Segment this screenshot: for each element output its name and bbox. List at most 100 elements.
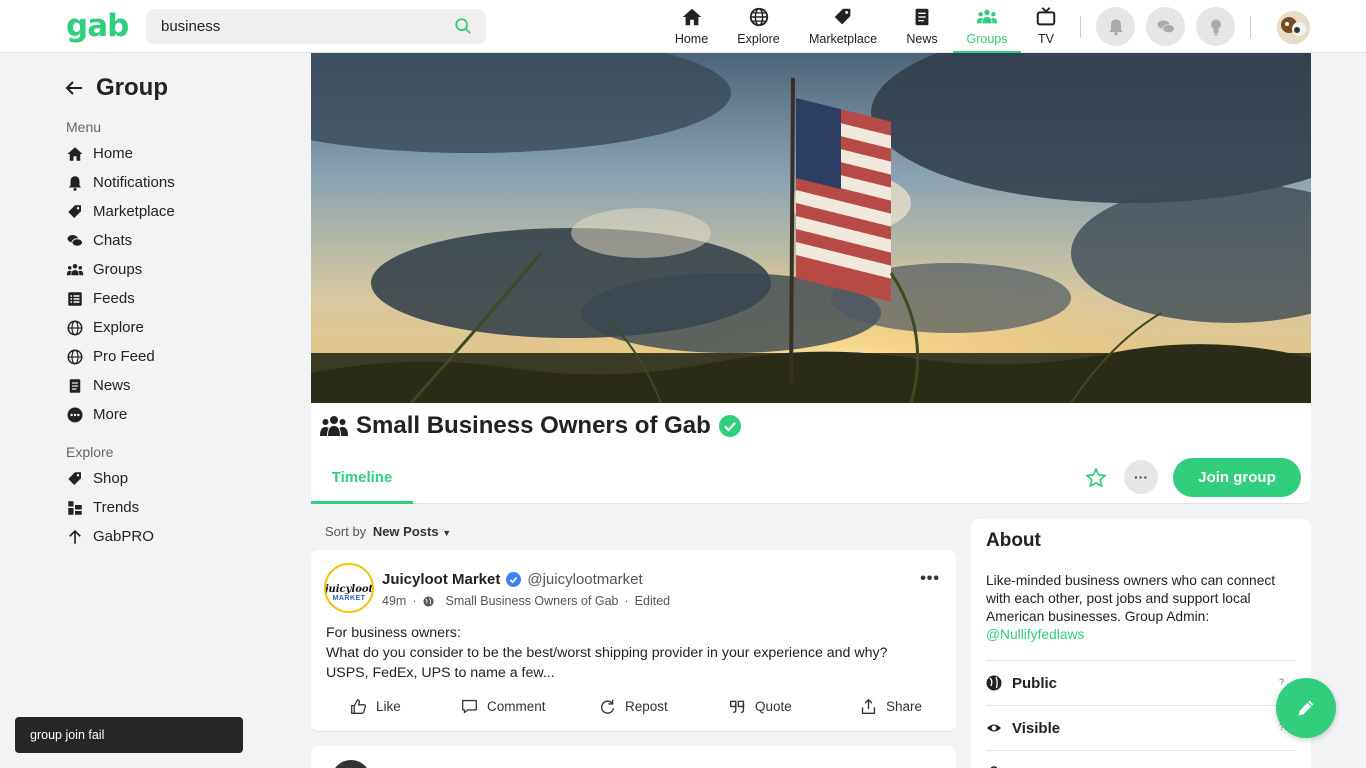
bell-icon (1108, 19, 1123, 35)
sidebar-item-label: GabPRO (93, 528, 154, 545)
explore-section-label: Explore (66, 444, 114, 460)
post-author-avatar[interactable]: juicyloot MARKET (324, 563, 374, 613)
globe-icon (422, 595, 434, 607)
compose-button[interactable] (1276, 678, 1336, 738)
sidebar-item-label: Groups (93, 261, 143, 278)
comment-icon (462, 699, 477, 714)
about-description: Like-minded business owners who can conn… (986, 572, 1296, 644)
thumbs-up-icon (351, 699, 367, 714)
gab-logo[interactable]: gab (66, 8, 129, 44)
sidebar-item-gabpro[interactable]: GabPRO (64, 522, 294, 551)
post-time[interactable]: 49m (382, 594, 406, 608)
sort-by-label: Sort by (325, 524, 367, 539)
search-icon[interactable] (454, 17, 472, 35)
nav-explore[interactable]: Explore (736, 0, 781, 53)
public-label: Public (1012, 674, 1058, 692)
globe-icon (749, 7, 768, 27)
nav-label: Groups (966, 32, 1008, 46)
group-header: Small Business Owners of Gab Timeline ··… (311, 403, 1311, 504)
share-icon (861, 698, 876, 714)
user-avatar[interactable] (1277, 11, 1310, 44)
like-button[interactable]: Like (350, 698, 401, 715)
like-label: Like (376, 699, 401, 714)
suggestions-button[interactable] (1196, 7, 1235, 46)
users-icon (976, 9, 998, 24)
tab-timeline[interactable]: Timeline (311, 459, 413, 504)
sidebar-item-more[interactable]: More (64, 400, 294, 429)
quote-icon (730, 700, 745, 714)
sidebar-item-chats[interactable]: Chats (64, 226, 294, 255)
avatar-image (1277, 11, 1310, 44)
comment-button[interactable]: Comment (461, 698, 546, 715)
sidebar-item-label: Home (93, 145, 134, 162)
divider (1080, 16, 1081, 38)
post-text-line: USPS, FedEx, UPS to name a few... (326, 665, 555, 681)
error-toast: group join fail (15, 717, 243, 753)
about-visible-row: Visible ? (986, 705, 1296, 750)
sidebar-item-feeds[interactable]: Feeds (64, 284, 294, 313)
sidebar-item-groups[interactable]: Groups (64, 255, 294, 284)
repost-button[interactable]: Repost (599, 698, 668, 715)
star-icon[interactable] (1085, 467, 1107, 489)
sidebar-item-home[interactable]: Home (64, 139, 294, 168)
nav-tv[interactable]: TV (1033, 0, 1059, 53)
sidebar-item-label: Pro Feed (93, 348, 155, 365)
notifications-button[interactable] (1096, 7, 1135, 46)
group-admin-link[interactable]: @Nullifyfedlaws (986, 626, 1296, 644)
group-options-button[interactable]: ··· (1124, 460, 1158, 494)
tag-icon (834, 8, 851, 25)
post-author-handle[interactable]: @juicylootmarket (527, 571, 642, 588)
post-group-link[interactable]: Small Business Owners of Gab (446, 594, 619, 608)
back-arrow-icon[interactable] (64, 78, 84, 98)
top-bar: gab Home Explore Marketplace News Groups… (0, 0, 1366, 54)
nav-groups[interactable]: Groups (953, 0, 1021, 54)
post-author-avatar[interactable] (331, 760, 371, 768)
quote-button[interactable]: Quote (729, 698, 792, 715)
lightbulb-icon (1210, 19, 1221, 35)
eye-icon (987, 724, 1001, 732)
sidebar-item-explore[interactable]: Explore (64, 313, 294, 342)
globe-icon (67, 320, 83, 335)
sidebar-item-pro-feed[interactable]: Pro Feed (64, 342, 294, 371)
nav-label: TV (1038, 32, 1054, 46)
sidebar-item-label: Notifications (93, 174, 175, 191)
about-text: Like-minded business owners who can conn… (986, 573, 1276, 624)
globe-icon (67, 349, 83, 364)
tag-icon (68, 471, 81, 485)
sidebar-item-marketplace[interactable]: Marketplace (64, 197, 294, 226)
search-input[interactable] (146, 9, 436, 44)
post-author-name[interactable]: Juicyloot Market (382, 571, 500, 588)
avatar-logo-text: juicyloot (324, 584, 374, 595)
share-button[interactable]: Share (860, 698, 922, 715)
sidebar-item-shop[interactable]: Shop (64, 464, 294, 493)
post-options-button[interactable]: ••• (920, 570, 940, 588)
sidebar-item-label: Trends (93, 499, 140, 516)
help-icon[interactable]: ? (1279, 677, 1284, 687)
separator-dot: · (412, 594, 417, 608)
nav-news[interactable]: News (905, 0, 939, 53)
post-card: juicyloot MARKET Juicyloot Market @juicy… (311, 550, 956, 732)
users-icon (66, 263, 84, 275)
tv-icon (1036, 7, 1056, 26)
chats-button[interactable] (1146, 7, 1185, 46)
about-panel: About Like-minded business owners who ca… (971, 519, 1311, 768)
home-icon (682, 8, 701, 26)
post-edited-label: Edited (634, 594, 671, 608)
about-moderated-row (986, 750, 1296, 768)
sidebar-item-label: Marketplace (93, 203, 175, 220)
sidebar-item-notifications[interactable]: Notifications (64, 168, 294, 197)
nav-home[interactable]: Home (675, 0, 708, 53)
left-sidebar: Group Menu Home Notifications Marketplac… (64, 68, 294, 551)
nav-label: News (906, 32, 938, 46)
chat-bubbles-icon (1157, 19, 1175, 33)
sidebar-item-news[interactable]: News (64, 371, 294, 400)
sidebar-item-trends[interactable]: Trends (64, 493, 294, 522)
join-group-button[interactable]: Join group (1173, 458, 1301, 497)
post-card (311, 746, 956, 768)
nav-marketplace[interactable]: Marketplace (807, 0, 879, 53)
home-icon (67, 146, 83, 161)
verified-check-icon (718, 415, 741, 437)
arrow-up-icon (69, 529, 81, 544)
sort-by-control[interactable]: Sort by New Posts ▼ (325, 524, 451, 539)
document-icon (915, 8, 929, 26)
